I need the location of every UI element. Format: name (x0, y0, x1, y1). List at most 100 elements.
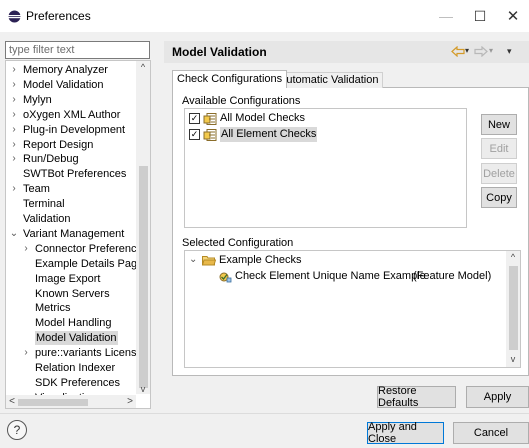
tree-item-label: Mylyn (23, 93, 52, 106)
chevron-right-icon[interactable]: › (21, 346, 31, 360)
tab-check-configurations[interactable]: Check Configurations (172, 70, 288, 88)
chevron-right-icon[interactable]: › (9, 123, 19, 137)
page-title: Model Validation (172, 45, 267, 59)
tree-item[interactable]: Relation Indexer (6, 361, 137, 375)
view-menu-icon[interactable]: ▾ (507, 46, 512, 57)
chevron-right-icon[interactable]: › (9, 93, 19, 107)
tree-item[interactable]: › Team (6, 182, 137, 196)
expand-chevron-icon[interactable]: ⌄ (189, 254, 197, 265)
tree-item-label: Relation Indexer (35, 362, 116, 374)
scroll-up-icon[interactable]: ^ (506, 252, 520, 264)
edit-button[interactable]: Edit (481, 138, 517, 159)
back-arrow-icon[interactable] (451, 46, 465, 57)
tree-item-label: Validation (23, 213, 71, 225)
checkbox[interactable]: ✓ (189, 129, 200, 140)
tree-item[interactable]: › oXygen XML Author (6, 108, 137, 122)
check-configuration-icon (203, 113, 217, 125)
chevron-right-icon[interactable]: › (9, 78, 19, 92)
list-item[interactable]: ✓ All Model Checks (185, 111, 466, 126)
tree-item[interactable]: › Model Validation (6, 78, 137, 92)
scroll-down-icon[interactable]: v (506, 354, 520, 366)
tree-item-label: Variant Management (23, 227, 125, 240)
chevron-right-icon[interactable]: › (9, 63, 19, 77)
tree-item-label: Example Details Pag (35, 257, 138, 270)
tree-item-label: Metrics (35, 302, 71, 315)
available-configurations-list[interactable]: ✓ All Model Checks ✓ All Element Checks (184, 108, 467, 228)
check-icon (219, 272, 232, 283)
tree-item[interactable]: › Run/Debug (6, 152, 137, 166)
scroll-right-icon[interactable]: > (124, 396, 136, 408)
check-configuration-icon (203, 129, 217, 141)
back-menu-chevron-icon[interactable]: ▾ (465, 46, 469, 55)
tree-item[interactable]: SWTBot Preferences (6, 167, 137, 181)
check-group-label[interactable]: Example Checks (219, 254, 302, 266)
minimize-button[interactable]: — (429, 0, 463, 32)
tree-item-label: oXygen XML Author (23, 108, 121, 121)
chevron-right-icon[interactable]: › (21, 242, 31, 256)
tree-item[interactable]: Image Export (6, 272, 137, 286)
delete-button[interactable]: Delete (481, 163, 517, 184)
scroll-up-icon[interactable]: ^ (136, 62, 150, 74)
tree-item-label: Memory Analyzer (23, 64, 108, 76)
tree-item-label: Team (23, 183, 50, 196)
tree-item[interactable]: › Connector Preferenc (6, 242, 137, 256)
check-model-label: (Feature Model) (413, 270, 492, 282)
scroll-left-icon[interactable]: < (6, 396, 18, 408)
checkbox[interactable]: ✓ (189, 113, 200, 124)
tree-item[interactable]: Model Handling (6, 316, 137, 330)
copy-button[interactable]: Copy (481, 187, 517, 208)
tree-scroll-thumb[interactable] (139, 166, 148, 388)
chevron-down-icon[interactable]: ⌄ (9, 227, 19, 241)
check-label[interactable]: Check Element Unique Name Example (235, 270, 426, 282)
tree-item[interactable]: › Plug-in Development (6, 123, 137, 137)
apply-and-close-button[interactable]: Apply and Close (367, 421, 444, 445)
tree-item[interactable]: Known Servers (6, 287, 137, 301)
tree-item[interactable]: › Memory Analyzer (6, 63, 137, 77)
tree-item[interactable]: Model Validation (6, 331, 137, 346)
tree-item[interactable]: › Mylyn (6, 93, 137, 107)
tree-item[interactable]: SDK Preferences (6, 376, 137, 390)
tree-item-label: Known Servers (35, 287, 110, 300)
preferences-tree[interactable]: › Memory Analyzer › Model Validation › Mylyn ›… (5, 60, 151, 409)
chevron-right-icon[interactable]: › (9, 182, 19, 196)
tree-item-label: Terminal (23, 198, 65, 211)
cancel-button[interactable]: Cancel (453, 422, 529, 444)
tree-item-label: Image Export (35, 272, 101, 285)
restore-defaults-button[interactable]: Restore Defaults (377, 385, 456, 409)
tab-automatic-validation[interactable]: Automatic Validation (274, 72, 384, 88)
configuration-label: All Model Checks (220, 112, 305, 124)
tree-item[interactable]: Validation (6, 212, 137, 226)
tree-item-label: Report Design (23, 138, 94, 151)
list-item[interactable]: ✓ All Element Checks (185, 127, 466, 142)
tree-item[interactable]: ⌄ Variant Management (6, 227, 137, 241)
selected-config-scroll-thumb[interactable] (509, 266, 518, 350)
selected-configuration-label: Selected Configuration (181, 237, 295, 249)
tree-hscroll-thumb[interactable] (18, 399, 88, 406)
tree-item-label: SDK Preferences (35, 376, 120, 389)
forward-arrow-icon (474, 46, 488, 57)
filter-input[interactable] (5, 41, 150, 59)
folder-open-icon (202, 256, 216, 266)
close-window-button[interactable]: ✕ (496, 0, 529, 32)
maximize-button[interactable]: ☐ (463, 0, 497, 32)
chevron-right-icon[interactable]: › (9, 138, 19, 152)
tree-item-label: Plug-in Development (23, 123, 126, 136)
tree-item-label: Model Handling (35, 317, 112, 330)
tree-item[interactable]: Metrics (6, 301, 137, 315)
checkmark-icon: ✓ (190, 113, 199, 123)
tree-item-label: pure::variants Licens (35, 347, 137, 360)
tree-item[interactable]: › Report Design (6, 138, 137, 152)
chevron-right-icon[interactable]: › (9, 152, 19, 166)
tree-item[interactable]: Example Details Pag (6, 257, 137, 271)
scroll-down-icon[interactable]: v (136, 384, 150, 396)
tree-item-label: SWTBot Preferences (23, 168, 127, 181)
apply-button[interactable]: Apply (466, 386, 529, 408)
help-icon[interactable]: ? (7, 420, 27, 440)
forward-menu-chevron-icon: ▾ (489, 46, 494, 55)
checkmark-icon: ✓ (190, 129, 199, 139)
tree-item[interactable]: › pure::variants Licens (6, 346, 137, 360)
tree-item[interactable]: Terminal (6, 197, 137, 211)
new-button[interactable]: New (481, 114, 517, 135)
selected-configuration-tree[interactable]: ⌄ Example Checks Check Element Unique Na… (184, 250, 521, 368)
chevron-right-icon[interactable]: › (9, 108, 19, 122)
